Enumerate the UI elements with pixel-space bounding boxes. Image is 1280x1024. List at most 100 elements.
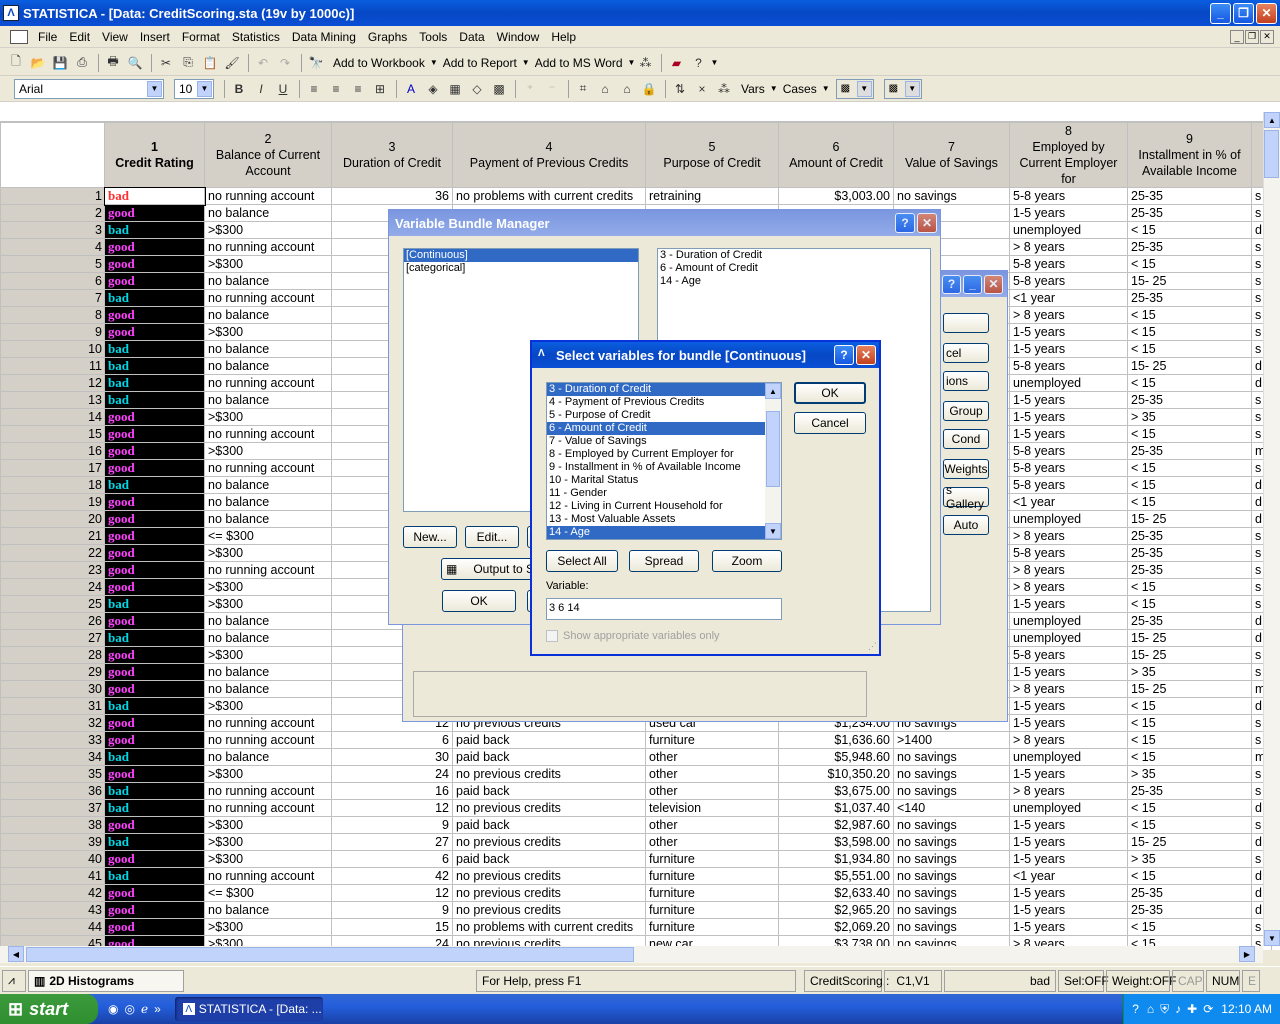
menu-view[interactable]: View <box>96 30 134 44</box>
scroll-thumb[interactable] <box>1264 130 1279 178</box>
variable-item[interactable]: 10 - Marital Status <box>547 474 765 487</box>
data-cell[interactable]: 1-5 years <box>1009 391 1128 409</box>
data-cell[interactable]: 1-5 years <box>1009 816 1128 834</box>
data-cell[interactable]: 12 <box>331 799 453 817</box>
data-cell[interactable]: < 15 <box>1127 425 1252 443</box>
menu-tools[interactable]: Tools <box>413 30 453 44</box>
variable-specs-icon[interactable]: ⌂ <box>595 79 615 99</box>
row-header[interactable]: 35 <box>0 765 105 783</box>
row-header[interactable]: 20 <box>0 510 105 528</box>
data-cell[interactable]: < 15 <box>1127 816 1252 834</box>
font-color-icon[interactable]: A <box>401 79 421 99</box>
select-cancel-button[interactable]: Cancel <box>794 412 866 434</box>
data-cell[interactable]: no running account <box>204 459 332 477</box>
pdf-icon[interactable]: ⎙ <box>72 53 92 73</box>
data-cell[interactable]: 5-8 years <box>1009 357 1128 375</box>
minimize-button[interactable]: _ <box>1210 2 1231 24</box>
font-combo[interactable]: Arial ▼ <box>14 78 164 99</box>
data-cell[interactable]: no balance <box>204 204 332 222</box>
row-header[interactable]: 9 <box>0 323 105 341</box>
data-cell[interactable]: paid back <box>452 731 646 749</box>
data-cell[interactable]: < 15 <box>1127 595 1252 613</box>
credit-rating-cell[interactable]: bad <box>104 697 205 715</box>
data-cell[interactable]: other <box>645 782 779 800</box>
show-appropriate-checkbox[interactable]: Show appropriate variables only <box>546 630 720 642</box>
data-cell[interactable]: < 15 <box>1127 255 1252 273</box>
workbook-icon[interactable]: ⩘ <box>2 969 26 992</box>
data-cell[interactable]: > 35 <box>1127 850 1252 868</box>
row-header[interactable]: 21 <box>0 527 105 545</box>
data-cell[interactable]: no savings <box>893 884 1010 902</box>
row-header[interactable]: 16 <box>0 442 105 460</box>
data-cell[interactable]: unemployed <box>1009 799 1128 817</box>
shield-icon[interactable]: ⛨ <box>1160 1002 1169 1017</box>
data-cell[interactable]: 25-35 <box>1127 204 1252 222</box>
row-header[interactable]: 7 <box>0 289 105 307</box>
row-header[interactable]: 4 <box>0 238 105 256</box>
data-cell[interactable]: 42 <box>331 867 453 885</box>
data-cell[interactable]: paid back <box>452 782 646 800</box>
bold-icon[interactable]: B <box>229 79 249 99</box>
data-cell[interactable]: <= $300 <box>204 884 332 902</box>
data-cell[interactable]: <= $300 <box>204 527 332 545</box>
print-preview-icon[interactable]: 🔍 <box>125 53 145 73</box>
data-cell[interactable]: 5-8 years <box>1009 442 1128 460</box>
format-cells-icon[interactable]: ⊞ <box>370 79 390 99</box>
data-cell[interactable]: $3,598.00 <box>778 833 894 851</box>
data-cell[interactable]: < 15 <box>1127 578 1252 596</box>
row-header[interactable]: 37 <box>0 799 105 817</box>
case-names-icon[interactable]: ⌂ <box>617 79 637 99</box>
data-cell[interactable]: no savings <box>893 867 1010 885</box>
row-header[interactable]: 1 <box>0 187 105 205</box>
data-cell[interactable]: 25-35 <box>1127 561 1252 579</box>
variable-item[interactable]: 12 - Living in Current Household for <box>547 500 765 513</box>
credit-rating-cell[interactable]: good <box>104 561 205 579</box>
credit-rating-cell[interactable]: good <box>104 255 205 273</box>
data-cell[interactable]: no running account <box>204 867 332 885</box>
data-cell[interactable]: 1-5 years <box>1009 714 1128 732</box>
copy-icon[interactable]: ⎘ <box>178 53 198 73</box>
decrease-decimal-icon[interactable]: ⁻ <box>542 79 562 99</box>
row-header[interactable]: 33 <box>0 731 105 749</box>
data-cell[interactable]: 5-8 years <box>1009 459 1128 477</box>
variable-input[interactable]: 3 6 14 <box>546 598 782 620</box>
fill-color-icon[interactable]: ◈ <box>423 79 443 99</box>
hscroll-thumb[interactable] <box>26 947 634 962</box>
data-cell[interactable]: 1-5 years <box>1009 323 1128 341</box>
data-cell[interactable]: no balance <box>204 663 332 681</box>
row-header[interactable]: 11 <box>0 357 105 375</box>
credit-rating-cell[interactable]: good <box>104 544 205 562</box>
spread-button[interactable]: Spread <box>629 550 699 572</box>
label-icon[interactable]: ◇ <box>467 79 487 99</box>
data-cell[interactable]: no savings <box>893 187 1010 205</box>
data-cell[interactable]: no balance <box>204 357 332 375</box>
data-cell[interactable]: unemployed <box>1009 510 1128 528</box>
data-cell[interactable]: no balance <box>204 476 332 494</box>
shuffle-icon[interactable]: ⁂ <box>714 79 734 99</box>
save-icon[interactable]: 💾 <box>50 53 70 73</box>
row-header[interactable]: 23 <box>0 561 105 579</box>
data-cell[interactable]: $2,987.60 <box>778 816 894 834</box>
help-tray-icon[interactable]: ? <box>1132 1002 1139 1016</box>
data-cell[interactable]: >$300 <box>204 323 332 341</box>
row-header[interactable]: 14 <box>0 408 105 426</box>
data-cell[interactable]: 25-35 <box>1127 527 1252 545</box>
data-cell[interactable]: no previous credits <box>452 884 646 902</box>
vertical-scrollbar[interactable]: ▲ ▼ <box>1263 112 1280 946</box>
taskbar-document[interactable]: ▥ 2D Histograms <box>28 969 184 992</box>
data-cell[interactable]: < 15 <box>1127 697 1252 715</box>
row-header[interactable]: 31 <box>0 697 105 715</box>
vars-button[interactable]: Vars <box>736 82 770 96</box>
credit-rating-cell[interactable]: bad <box>104 221 205 239</box>
data-cell[interactable]: no running account <box>204 187 332 205</box>
credit-rating-cell[interactable]: good <box>104 510 205 528</box>
data-cell[interactable]: no problems with current credits <box>452 918 646 936</box>
credit-rating-cell[interactable]: good <box>104 646 205 664</box>
data-cell[interactable]: 5-8 years <box>1009 187 1128 205</box>
variable-item[interactable]: 13 - Most Valuable Assets <box>547 513 765 526</box>
italic-icon[interactable]: I <box>251 79 271 99</box>
data-cell[interactable]: < 15 <box>1127 714 1252 732</box>
data-cell[interactable]: 5-8 years <box>1009 646 1128 664</box>
data-cell[interactable]: 1-5 years <box>1009 884 1128 902</box>
data-cell[interactable]: no savings <box>893 918 1010 936</box>
